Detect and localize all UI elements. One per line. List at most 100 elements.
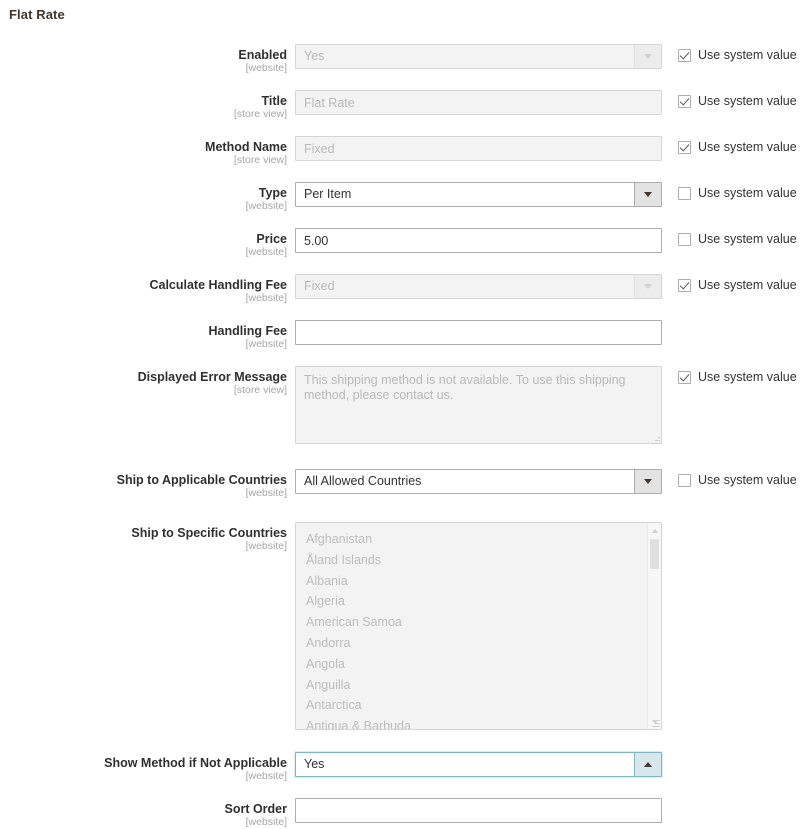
field-label-method-name: Method Name [store view]	[0, 136, 287, 167]
label-text: Title	[261, 94, 287, 108]
field-label-enabled: Enabled [website]	[0, 44, 287, 75]
use-system-value-label: Use system value	[698, 186, 797, 200]
title-input	[295, 90, 662, 115]
field-row-method-name: Method Name[store view] Use system value	[0, 136, 800, 167]
price-input[interactable]	[295, 228, 662, 253]
ship-to-specific-countries-listbox: Afghanistan Åland Islands Albania Algeria Am…	[295, 522, 662, 730]
method-name-input	[295, 136, 662, 161]
use-system-value-title[interactable]: Use system value	[678, 94, 797, 108]
field-control-displayed-error-message	[295, 366, 662, 447]
use-system-value-label: Use system value	[698, 48, 797, 62]
show-method-if-not-applicable-select[interactable]: Yes	[295, 752, 662, 777]
checkbox-unchecked-icon[interactable]	[678, 186, 691, 200]
field-control-handling-fee	[295, 320, 662, 345]
label-text: Calculate Handling Fee	[149, 278, 287, 292]
chevron-up-icon	[651, 528, 658, 533]
field-row-enabled: Enabled [website] Yes Use system value	[0, 44, 800, 75]
calculate-handling-fee-select-value: Fixed	[304, 279, 335, 293]
use-system-value-label: Use system value	[698, 370, 797, 384]
label-text: Price	[256, 232, 287, 246]
list-item: Antarctica	[306, 698, 362, 713]
sort-order-input[interactable]	[295, 798, 662, 823]
chevron-down-icon	[634, 45, 661, 68]
use-system-value-price[interactable]: Use system value	[678, 232, 797, 246]
list-item: Albania	[306, 573, 348, 588]
label-scope: [website]	[245, 338, 287, 350]
label-text: Method Name	[205, 140, 287, 154]
field-control-ship-to-applicable-countries: All Allowed Countries	[295, 469, 662, 494]
use-system-value-calculate-handling-fee[interactable]: Use system value	[678, 278, 797, 292]
checkbox-checked-icon[interactable]	[678, 278, 691, 292]
label-text: Type	[258, 186, 287, 200]
field-label-sort-order: Sort Order [website]	[0, 798, 287, 829]
field-row-title: Title[store view] Use system value	[0, 90, 800, 121]
field-control-calculate-handling-fee: Fixed	[295, 274, 662, 299]
type-select-value: Per Item	[304, 187, 352, 201]
label-text: Enabled	[238, 48, 287, 62]
list-item: Antigua & Barbuda	[306, 719, 411, 730]
calculate-handling-fee-select: Fixed	[295, 274, 662, 299]
page-title: Flat Rate	[9, 7, 65, 22]
label-text: Show Method if Not Applicable	[104, 756, 287, 770]
country-list-scrollbar[interactable]	[647, 523, 661, 729]
chevron-down-icon	[644, 54, 652, 59]
checkbox-checked-icon[interactable]	[678, 370, 691, 384]
field-label-type: Type [website]	[0, 182, 287, 213]
use-system-value-method-name[interactable]: Use system value	[678, 140, 797, 154]
checkbox-checked-icon[interactable]	[678, 48, 691, 62]
label-scope: [store view]	[233, 154, 287, 166]
label-scope: [website]	[245, 487, 287, 499]
field-label-ship-to-applicable-countries: Ship to Applicable Countries [website]	[0, 469, 287, 500]
field-label-price: Price [website]	[0, 228, 287, 259]
displayed-error-message-textarea	[295, 366, 662, 444]
chevron-down-icon[interactable]	[634, 470, 661, 493]
field-row-ship-to-specific-countries: Ship to Specific Countries [website] Afgha…	[0, 522, 800, 730]
scroll-up-icon[interactable]	[648, 524, 661, 537]
use-system-value-label: Use system value	[698, 473, 797, 487]
label-scope: [website]	[245, 770, 287, 782]
use-system-value-enabled[interactable]: Use system value	[678, 48, 797, 62]
checkbox-unchecked-icon[interactable]	[678, 232, 691, 246]
label-scope: [website]	[245, 540, 287, 552]
label-scope: [website]	[245, 62, 287, 74]
chevron-down-icon[interactable]	[634, 183, 661, 206]
country-option-list: Afghanistan Åland Islands Albania Algeria Am…	[296, 523, 647, 729]
use-system-value-type[interactable]: Use system value	[678, 186, 797, 200]
list-item: Afghanistan	[306, 532, 373, 546]
use-system-value-ship-to-applicable-countries[interactable]: Use system value	[678, 473, 797, 487]
list-item: Åland Islands	[306, 552, 382, 567]
use-system-value-displayed-error-message[interactable]: Use system value	[678, 370, 797, 384]
chevron-up-icon	[644, 762, 652, 767]
field-control-price	[295, 228, 662, 253]
label-scope: [website]	[245, 292, 287, 304]
displayed-error-message-textarea-wrapper	[295, 366, 662, 447]
label-text: Ship to Specific Countries	[131, 526, 287, 540]
label-scope: [store view]	[233, 384, 287, 396]
label-text: Displayed Error Message	[137, 370, 287, 384]
field-label-displayed-error-message: Displayed Error Message [store view]	[0, 366, 287, 397]
scroll-down-icon[interactable]	[648, 715, 661, 728]
field-label-calculate-handling-fee: Calculate Handling Fee [website]	[0, 274, 287, 305]
enabled-select-value: Yes	[304, 49, 325, 63]
label-scope: [store view]	[233, 108, 287, 120]
checkbox-unchecked-icon[interactable]	[678, 473, 691, 487]
checkbox-checked-icon[interactable]	[678, 140, 691, 154]
use-system-value-label: Use system value	[698, 94, 797, 108]
checkbox-checked-icon[interactable]	[678, 94, 691, 108]
field-label-title: Title [store view]	[0, 90, 287, 121]
field-control-ship-to-specific-countries: Afghanistan Åland Islands Albania Algeria Am…	[295, 522, 662, 730]
scrollbar-thumb[interactable]	[650, 539, 659, 569]
field-label-handling-fee: Handling Fee [website]	[0, 320, 287, 351]
ship-to-specific-countries-listbox-wrapper: Afghanistan Åland Islands Albania Algeria Am…	[295, 522, 662, 730]
type-select[interactable]: Per Item	[295, 182, 662, 207]
handling-fee-input[interactable]	[295, 320, 662, 345]
chevron-down-icon	[644, 479, 652, 484]
chevron-down-icon	[644, 192, 652, 197]
label-scope: [website]	[245, 816, 287, 828]
field-control-sort-order	[295, 798, 662, 823]
ship-to-applicable-countries-select[interactable]: All Allowed Countries	[295, 469, 662, 494]
enabled-select: Yes	[295, 44, 662, 69]
field-row-sort-order: Sort Order [website]	[0, 798, 800, 829]
use-system-value-label: Use system value	[698, 278, 797, 292]
field-label-show-method-if-not-applicable: Show Method if Not Applicable [website]	[0, 752, 287, 783]
